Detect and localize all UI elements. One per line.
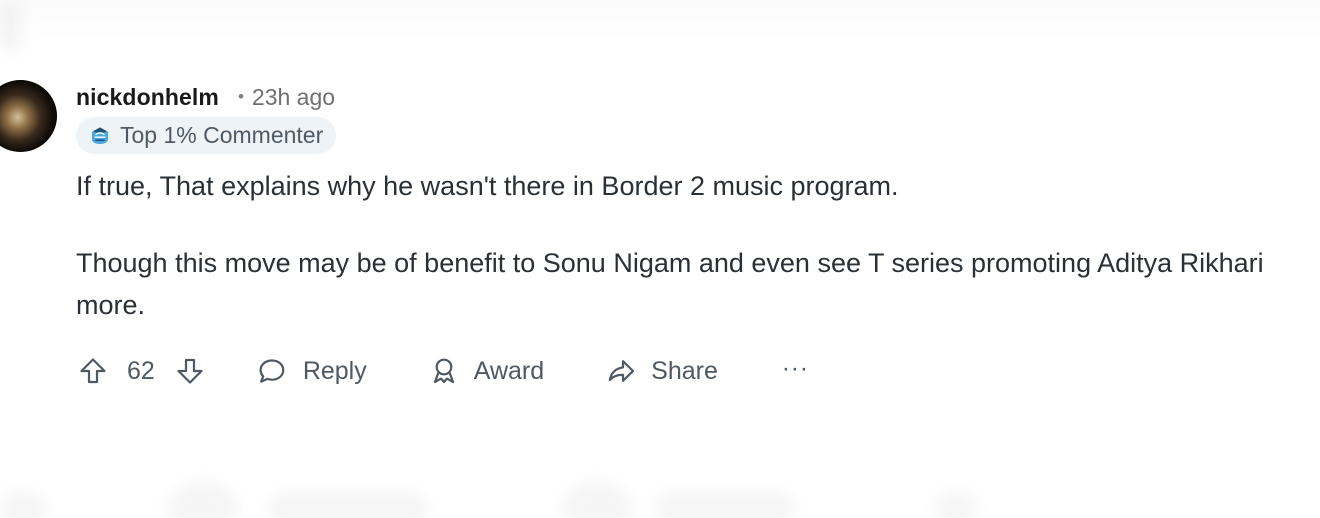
downvote-icon bbox=[177, 358, 203, 384]
comment-actions: 62 Reply Award Share ··· bbox=[76, 350, 809, 392]
blurred-action-placeholder bbox=[168, 482, 238, 518]
downvote-button[interactable] bbox=[173, 350, 207, 392]
author-username[interactable]: nickdonhelm bbox=[76, 80, 219, 114]
comment-meta: nickdonhelm • 23h ago bbox=[76, 80, 1296, 114]
more-options-button[interactable]: ··· bbox=[782, 348, 809, 390]
blurred-action-placeholder bbox=[655, 492, 795, 518]
blurred-action-placeholder bbox=[562, 482, 632, 518]
left-edge-fade bbox=[0, 0, 20, 50]
comment-paragraph: If true, That explains why he wasn't the… bbox=[76, 171, 899, 201]
blurred-next-actions-row bbox=[0, 474, 1320, 518]
comment-paragraph: Though this move may be of benefit to So… bbox=[76, 248, 1264, 320]
comment: nickdonhelm • 23h ago Top 1% Commenter I… bbox=[76, 80, 1296, 326]
blurred-action-placeholder bbox=[935, 492, 977, 518]
blurred-action-placeholder bbox=[0, 492, 46, 518]
reply-icon bbox=[259, 359, 285, 383]
commenter-badge-label: Top 1% Commenter bbox=[120, 122, 324, 148]
commenter-badge[interactable]: Top 1% Commenter bbox=[76, 117, 337, 154]
upvote-icon bbox=[80, 358, 106, 384]
share-button[interactable]: Share bbox=[604, 350, 718, 392]
comment-age[interactable]: 23h ago bbox=[252, 80, 335, 114]
top-fade bbox=[0, 0, 1320, 40]
meta-separator: • bbox=[237, 87, 244, 106]
comment-thread-page: nickdonhelm • 23h ago Top 1% Commenter I… bbox=[0, 0, 1320, 518]
upvote-button[interactable] bbox=[76, 350, 110, 392]
author-avatar[interactable] bbox=[0, 80, 57, 152]
award-button[interactable]: Award bbox=[427, 350, 544, 392]
comment-body: If true, That explains why he wasn't the… bbox=[76, 165, 1306, 326]
vote-score: 62 bbox=[127, 356, 155, 385]
share-label: Share bbox=[651, 356, 718, 385]
commenter-badge-icon bbox=[92, 126, 108, 144]
share-icon bbox=[608, 360, 635, 382]
award-icon bbox=[433, 358, 454, 384]
blurred-action-placeholder bbox=[268, 492, 428, 518]
reply-button[interactable]: Reply bbox=[255, 350, 367, 392]
reply-label: Reply bbox=[302, 356, 367, 385]
award-label: Award bbox=[473, 356, 545, 385]
